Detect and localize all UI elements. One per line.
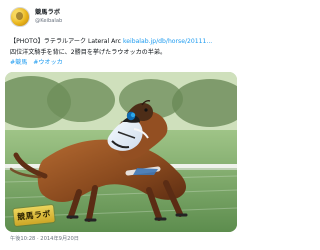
tweet-link[interactable]: keibalab.jp/db/horse/20111...	[123, 38, 212, 45]
account-name-block: 競馬ラボ @Keibalab	[35, 9, 62, 24]
tweet-card: 競馬ラボ @Keibalab 【PHOTO】ラテラルアーク Lateral Ar…	[0, 0, 242, 250]
hashtag-uokka[interactable]: #ウオッカ	[33, 59, 62, 66]
tweet-text-line-2: 四位洋文騎手を背に、2勝目を挙げたラウオッカの半弟。	[10, 49, 167, 56]
display-name[interactable]: 競馬ラボ	[35, 9, 62, 17]
tweet-text-prefix: 【PHOTO】ラテラルアーク Lateral Arc	[10, 38, 122, 45]
tweet-timestamp[interactable]: 午後10:28 · 2014年9月20日	[10, 235, 232, 244]
tweet-text-line-1: 【PHOTO】ラテラルアーク Lateral Arc keibalab.jp/d…	[10, 37, 232, 46]
tweet-photo[interactable]: 競馬ラボ	[5, 72, 237, 232]
account-handle[interactable]: @Keibalab	[35, 18, 62, 24]
avatar[interactable]	[10, 7, 30, 27]
hashtag-keiba[interactable]: #競馬	[10, 59, 27, 66]
tweet-hashtags: #競馬 #ウオッカ	[10, 58, 232, 67]
tweet-header: 競馬ラボ @Keibalab	[10, 0, 232, 32]
